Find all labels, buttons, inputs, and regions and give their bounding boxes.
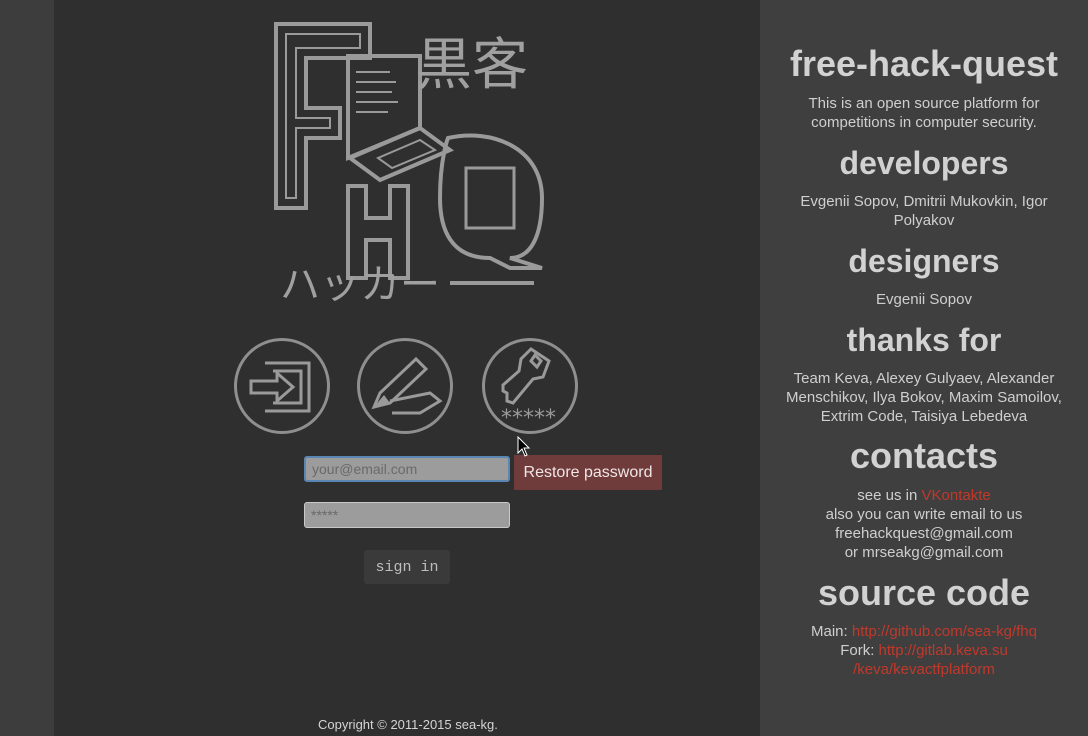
fhq-logo: 黒客 ハッカー [274,22,545,308]
sign-in-button[interactable]: sign in [364,550,450,584]
thanks-text: Team Keva, Alexey Gulyaev, Alexander Men… [786,370,1062,425]
thanks-heading: thanks for [846,322,1002,358]
site-description: This is an open source platform for comp… [808,95,1040,131]
info-sidebar: free-hack-quest This is an open source p… [760,0,1088,736]
mouse-cursor-icon [517,436,531,457]
password-mask-text: ***** [501,406,556,431]
contacts-email-line: also you can write email to us [825,506,1023,523]
source-code-heading: source code [817,572,1031,613]
designers-heading: designers [848,243,1000,279]
login-button[interactable] [234,338,330,434]
source-main-line: Main: http://github.com/sea-kg/fhq [760,622,1088,641]
gitlab-link[interactable]: http://gitlab.keva.su [879,642,1008,659]
logo-katakana: ハッカー [280,262,440,308]
restore-password-button[interactable]: Restore password [514,455,662,490]
password-input[interactable] [304,502,510,528]
source-fork-label: Fork: [840,642,879,659]
restore-key-button[interactable]: ***** [482,338,578,434]
restore-key-icon: ***** [501,347,556,431]
source-main-label: Main: [811,623,852,640]
designers-text: Evgenii Sopov [876,291,972,308]
contacts-heading: contacts [849,435,999,476]
left-gutter [0,0,54,736]
contacts-see-us-label: see us in [857,487,922,504]
source-fork-line: Fork: http://gitlab.keva.su [760,641,1088,660]
developers-heading: developers [839,145,1009,181]
logo-kanji: 黒客 [416,33,528,98]
developers-text: Evgenii Sopov, Dmitrii Mukovkin, Igor Po… [800,193,1048,229]
site-title: free-hack-quest [789,43,1059,84]
copyright-text: Copyright © 2011-2015 sea-kg. [318,717,498,732]
github-link[interactable]: http://github.com/sea-kg/fhq [852,623,1037,640]
contacts-email-2: or mrseakg@gmail.com [844,544,1004,561]
register-icon [371,356,443,415]
vkontakte-link[interactable]: VKontakte [922,487,991,504]
email-input[interactable] [304,456,510,482]
login-icon [249,361,311,413]
register-button[interactable] [357,338,453,434]
contacts-see-us: see us in VKontakte [760,486,1088,505]
contacts-email-1: freehackquest@gmail.com [835,525,1013,542]
source-fork-line-2: /keva/kevactfplatform [760,660,1088,679]
gitlab-link-continued[interactable]: /keva/kevactfplatform [853,661,995,678]
